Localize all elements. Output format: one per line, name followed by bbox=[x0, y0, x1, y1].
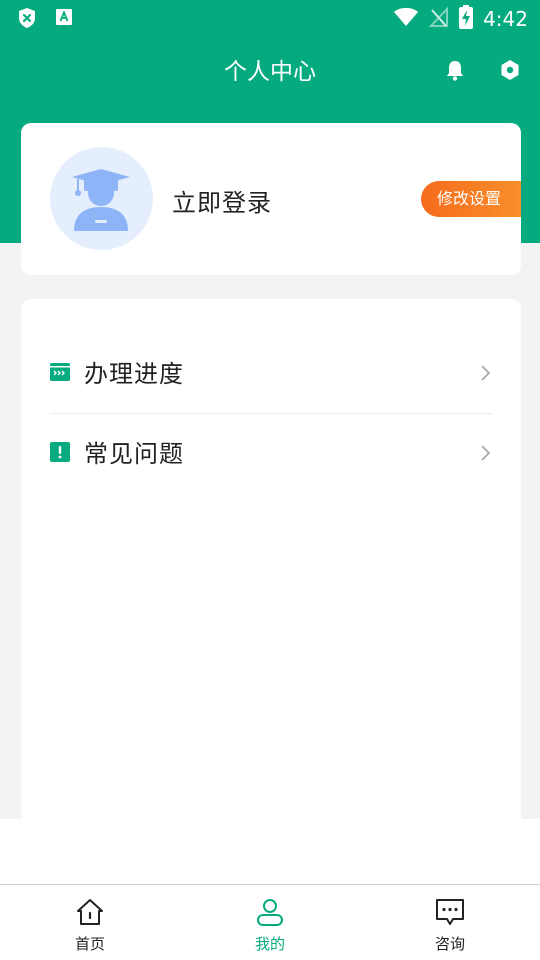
status-time: 4:42 bbox=[483, 7, 528, 31]
chat-icon bbox=[435, 897, 465, 927]
menu-item-label: 常见问题 bbox=[84, 440, 184, 468]
app-bar: 个人中心 bbox=[0, 44, 540, 92]
chevron-right-icon bbox=[480, 364, 492, 382]
content-footer-spacer bbox=[0, 819, 540, 884]
user-icon bbox=[255, 897, 285, 927]
wifi-icon bbox=[393, 6, 419, 32]
nav-label: 首页 bbox=[74, 935, 105, 953]
bottom-nav: 首页 我的 咨询 bbox=[0, 884, 540, 960]
nav-label: 咨询 bbox=[434, 935, 465, 953]
hexagon-settings-icon[interactable] bbox=[496, 56, 524, 84]
bell-icon[interactable] bbox=[441, 56, 469, 84]
menu-item-label: 办理进度 bbox=[84, 360, 184, 388]
no-signal-icon bbox=[428, 6, 449, 32]
status-left-icons bbox=[16, 7, 74, 33]
menu-item-faq[interactable]: 常见问题 bbox=[50, 414, 492, 494]
menu-item-progress[interactable]: 办理进度 bbox=[50, 334, 492, 414]
shield-x-icon bbox=[16, 7, 38, 33]
nav-item-mine[interactable]: 我的 bbox=[180, 885, 360, 960]
login-link[interactable]: 立即登录 bbox=[172, 183, 272, 218]
menu-card: 办理进度 常见问题 bbox=[21, 299, 521, 819]
profile-card: 立即登录 修改设置 bbox=[21, 123, 521, 275]
nav-item-home[interactable]: 首页 bbox=[0, 885, 180, 960]
edit-settings-button[interactable]: 修改设置 bbox=[421, 181, 521, 217]
progress-icon bbox=[50, 362, 70, 382]
nav-item-consult[interactable]: 咨询 bbox=[360, 885, 540, 960]
graduate-avatar-icon[interactable] bbox=[50, 147, 153, 250]
status-right-icons: 4:42 bbox=[393, 5, 528, 33]
home-icon bbox=[75, 897, 105, 927]
nav-label: 我的 bbox=[254, 935, 285, 953]
battery-charging-icon bbox=[459, 5, 474, 33]
status-bar: 4:42 bbox=[0, 0, 540, 36]
text-a-icon bbox=[54, 7, 74, 33]
chevron-right-icon bbox=[480, 444, 492, 462]
exclamation-icon bbox=[50, 442, 70, 462]
